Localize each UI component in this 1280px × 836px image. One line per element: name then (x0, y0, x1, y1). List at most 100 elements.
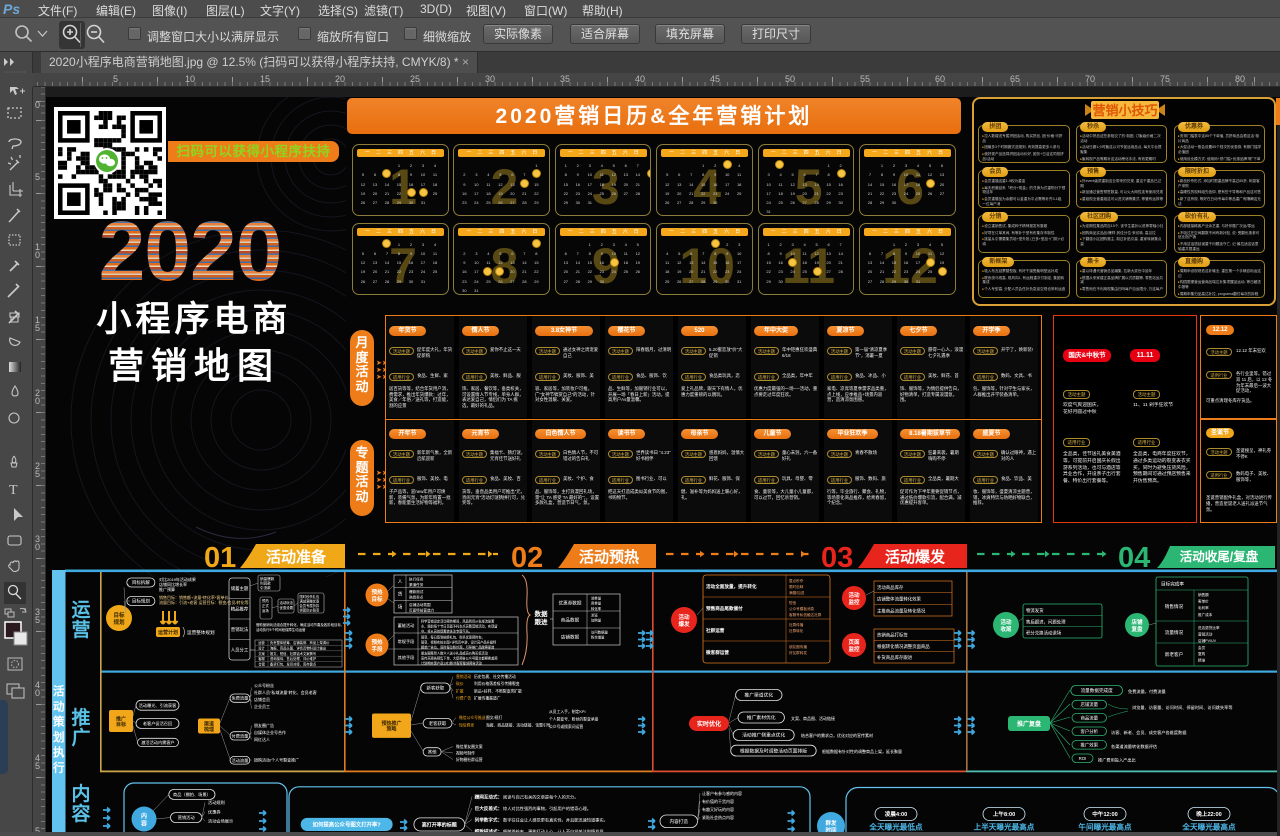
svg-text:守，将从高效促蓄转关注专属气氛。: 守，将从高效促蓄转关注专属气氛。 (421, 629, 472, 634)
svg-text:客服: 客服 (258, 656, 265, 661)
svg-text:推广费用投入产出比: 推广费用投入产出比 (1098, 757, 1136, 764)
svg-text:社群传播: 社群传播 (789, 622, 804, 627)
svg-text:手段: 手段 (371, 645, 383, 653)
svg-text:访客、新老、会员、成交客户各维度数据: 访客、新老、会员、成交客户各维度数据 (1111, 729, 1186, 736)
svg-text:裂变、视频实拍主图+详情页中游，设计高产品升级特: 裂变、视频实拍主图+详情页中游，设计高产品升级特 (421, 640, 497, 645)
svg-text:团购活动/个人号裂变推广: 团购活动/个人号裂变推广 (254, 757, 299, 763)
svg-text:海报、商品头图、详情页物料设计输出: 海报、商品头图、详情页物料设计输出 (270, 645, 326, 650)
svg-text:页面: 页面 (848, 638, 860, 646)
svg-text:裂变、每日签到抽奖礼包、秒杀优惠预热包，: 裂变、每日签到抽奖礼包、秒杀优惠预热包， (421, 635, 485, 640)
svg-text:销售情况: 销售情况 (1165, 603, 1184, 610)
svg-text:预热: 预热 (262, 598, 269, 603)
svg-text:货: 货 (398, 591, 403, 598)
svg-text:执行任务: 执行任务 (409, 577, 424, 582)
svg-text:激活活动内需客户: 激活活动内需客户 (141, 739, 175, 746)
svg-text:扩散: 扩散 (456, 688, 464, 693)
svg-text:加购量: 加购量 (591, 618, 602, 623)
svg-text:推广预算: 推广预算 (159, 586, 175, 592)
svg-text:推广素材优化: 推广素材优化 (747, 714, 776, 721)
svg-text:群发: 群发 (824, 819, 837, 827)
svg-text:毛利率: 毛利率 (1198, 605, 1209, 610)
svg-text:午间曝光最高点: 午间曝光最高点 (1078, 822, 1132, 832)
svg-text:流量数据完成度: 流量数据完成度 (1081, 687, 1114, 694)
svg-text:数据: 数据 (535, 609, 549, 618)
svg-text:老客获取: 老客获取 (429, 720, 447, 727)
svg-text:运营计划: 运营计划 (158, 629, 178, 636)
svg-text:商品数据: 商品数据 (561, 617, 580, 624)
svg-text:广: 广 (71, 726, 90, 749)
svg-text:活动爆发: 活动爆发 (885, 548, 946, 566)
svg-text:营销玩法: 营销玩法 (231, 626, 249, 633)
svg-text:免费流量，付费流量: 免费流量，付费流量 (1128, 688, 1166, 695)
svg-text:ROI: ROI (1079, 756, 1087, 761)
svg-text:活动: 活动 (678, 613, 690, 621)
svg-text:优惠券数据: 优惠券数据 (559, 600, 582, 607)
svg-text:公众号模板消息: 公众号模板消息 (789, 606, 815, 611)
svg-text:活动商品库存: 活动商品库存 (877, 584, 904, 591)
svg-text:策: 策 (52, 715, 65, 729)
svg-text:全天曝光最高点: 全天曝光最高点 (1181, 822, 1236, 832)
svg-text:满减满赠优惠: 满减满赠优惠 (300, 599, 320, 604)
svg-text:物流发货: 物流发货 (1026, 607, 1044, 614)
svg-text:积分兑换活动退场: 积分兑换活动退场 (1026, 630, 1062, 637)
svg-text:营销活动: 营销活动 (178, 814, 195, 821)
svg-text:目标: 目标 (371, 595, 383, 603)
svg-text:图文/视打: 图文/视打 (486, 715, 502, 720)
svg-text:目标规划: 目标规划 (132, 598, 150, 605)
svg-text:从员工入手，制定KPI: 从员工入手，制定KPI (549, 709, 586, 714)
svg-text:短信群发: 短信群发 (459, 723, 474, 728)
svg-text:爆发: 爆发 (678, 620, 690, 628)
svg-text:优惠设置: 优惠设置 (280, 605, 294, 610)
svg-text:店铺: 店铺 (1131, 618, 1143, 626)
svg-text:蓄能活动: 蓄能活动 (398, 622, 415, 629)
svg-text:客单价: 客单价 (1198, 599, 1209, 604)
svg-text:企业员工: 企业员工 (254, 703, 270, 709)
svg-text:营销小技巧: 营销小技巧 (1092, 103, 1157, 118)
svg-text:计划期实现产品1对1粉丝裂变筹领预告活动: 计划期实现产品1对1粉丝裂变筹领预告活动 (421, 661, 482, 666)
svg-text:目标: 目标 (116, 721, 126, 728)
svg-text:规划: 规划 (113, 618, 125, 626)
svg-text:如何提高公众号图文打开率?: 如何提高公众号图文打开率? (313, 821, 381, 829)
svg-text:短信: 短信 (789, 600, 797, 605)
svg-text:阅读与自己有关的文章是每个人的天分。: 阅读与自己有关的文章是每个人的天分。 (503, 794, 578, 801)
svg-text:晚上22:00: 晚上22:00 (1196, 810, 1222, 818)
svg-text:实时优化: 实时优化 (697, 720, 721, 728)
svg-text:设计: 设计 (258, 645, 265, 650)
svg-text:容: 容 (140, 820, 147, 828)
svg-text:巨大反差式：: 巨大反差式： (475, 805, 503, 812)
svg-text:推广复盘: 推广复盘 (1017, 720, 1041, 728)
svg-text:利用价格落差吸引传播裂变: 利用价格落差吸引传播裂变 (474, 681, 520, 686)
svg-text:历史包裹、社交传播活动: 历史包裹、社交传播活动 (474, 674, 516, 679)
svg-text:优惠券: 优惠券 (208, 808, 221, 815)
svg-text:有趣又好玩的内容: 有趣又好玩的内容 (702, 806, 734, 812)
svg-text:主推商品流量及转化情况: 主推商品流量及转化情况 (877, 607, 926, 614)
svg-text:让客户有参与感的内容: 让客户有参与感的内容 (702, 790, 742, 796)
svg-text:流量情况: 流量情况 (1165, 629, 1184, 636)
svg-text:返场: 返场 (262, 608, 269, 613)
svg-text:客户分析: 客户分析 (1080, 728, 1098, 735)
svg-text:扩展传播渠道广: 扩展传播渠道广 (474, 696, 501, 701)
svg-text:网红达人: 网红达人 (254, 736, 270, 742)
svg-text:引流款: 引流款 (260, 585, 271, 590)
svg-text:推广成本: 推广成本 (1198, 612, 1213, 617)
svg-text:会员: 会员 (1198, 645, 1206, 650)
svg-text:数字往往会让人感觉更有真实性，并且能迅速知道事实。: 数字往往会让人感觉更有真实性，并且能迅速知道事实。 (503, 817, 608, 824)
svg-text:根据转化情况调整页面商品: 根据转化情况调整页面商品 (877, 643, 930, 650)
svg-text:仓储: 仓储 (258, 662, 265, 667)
svg-text:访问数据量: 访问数据量 (591, 630, 609, 635)
svg-text:监控: 监控 (848, 598, 860, 606)
svg-text:新老客户: 新老客户 (1165, 651, 1183, 658)
svg-text:咨询接待、售后处理、评价维护: 咨询接待、售后处理、评价维护 (270, 656, 317, 661)
svg-text:惊人对比性强烈的事物，引起用户的猎奇心理。: 惊人对比性强烈的事物，引起用户的猎奇心理。 (503, 805, 591, 812)
svg-text:内: 内 (141, 812, 147, 820)
svg-text:转化率: 转化率 (591, 606, 602, 611)
svg-text:新品+好样、不断裂变类扩散: 新品+好样、不断裂变类扩散 (474, 688, 522, 693)
svg-text:内: 内 (71, 782, 90, 805)
svg-text:店铺活动氛围: 店铺活动氛围 (409, 602, 431, 607)
svg-text:上半天曝光最高点: 上半天曝光最高点 (974, 822, 1035, 832)
svg-text:活动全面放量，提升转化: 活动全面放量，提升转化 (706, 583, 757, 590)
svg-text:04: 04 (1118, 542, 1150, 574)
svg-text:公众号粉丝: 公众号粉丝 (254, 682, 274, 688)
svg-text:梳理: 梳理 (204, 726, 214, 733)
svg-text:进店退货比率: 进店退货比率 (1198, 625, 1220, 630)
